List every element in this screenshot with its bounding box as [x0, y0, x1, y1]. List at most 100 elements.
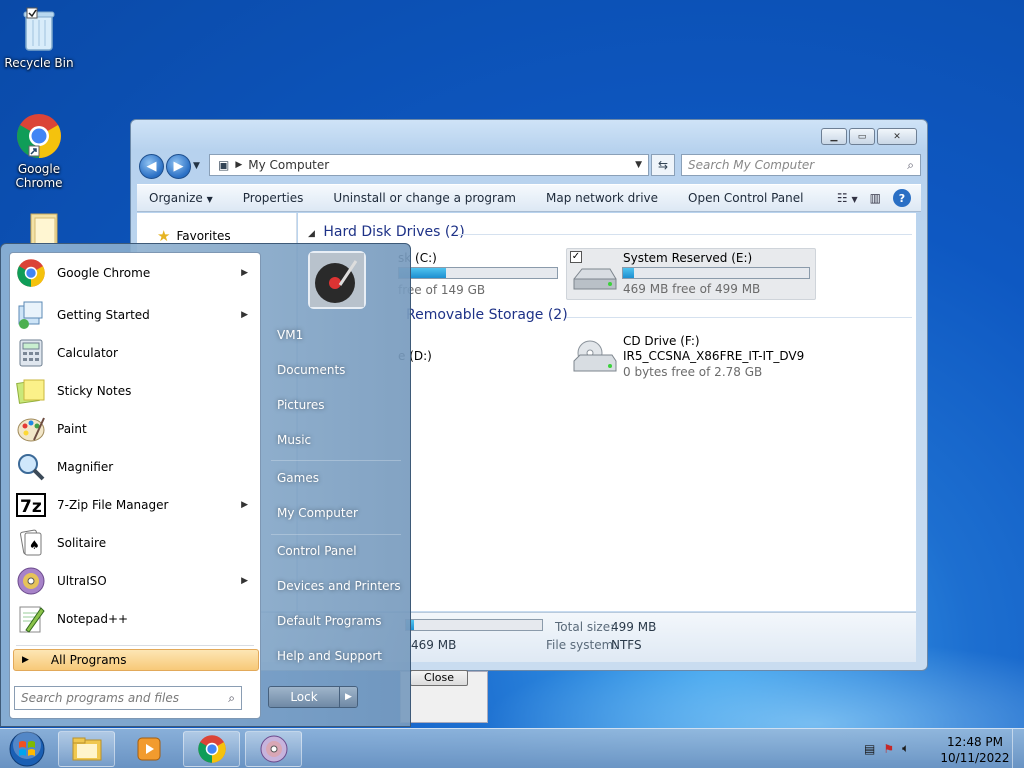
refresh-icon: ⇆ [657, 158, 669, 172]
collapse-triangle-icon: ◢ [308, 229, 315, 239]
taskbar-chrome[interactable] [183, 731, 240, 767]
lock-button[interactable]: Lock [269, 687, 339, 707]
taskbar-clock[interactable]: 12:48 PM 10/11/2022 [940, 734, 1010, 766]
start-link-user[interactable]: VM1 [277, 328, 303, 342]
program-7zip[interactable]: 7z 7-Zip File Manager ▶ [10, 486, 260, 524]
details-total-size-label: Total size: [555, 620, 615, 634]
start-search-input[interactable]: Search programs and files [21, 691, 179, 705]
breadcrumb-separator-icon[interactable]: ▶ [235, 160, 242, 170]
action-center-flag-icon[interactable]: ⚑ [883, 742, 894, 756]
group-header-hard-disk[interactable]: ◢ Hard Disk Drives (2) [308, 224, 465, 240]
start-button[interactable] [5, 731, 49, 767]
navigation-bar: ◀ ▶ ▼ ▣ ▶ My Computer ▼ ⇆ Search My Comp… [139, 153, 921, 179]
recent-pages-dropdown-icon[interactable]: ▼ [193, 161, 200, 171]
taskbar-ultraiso[interactable] [245, 731, 302, 767]
system-tray: ▤ ⚑ 🔈︎ [864, 741, 909, 756]
start-search-box[interactable]: Search programs and files ⌕ [14, 686, 242, 710]
view-options-icon[interactable]: ☷ ▼ [837, 191, 858, 205]
open-control-panel-button[interactable]: Open Control Panel [688, 191, 803, 205]
start-link-help-support[interactable]: Help and Support [277, 649, 382, 663]
search-icon: ⌕ [228, 690, 235, 705]
preview-pane-icon[interactable]: ▥ [870, 191, 881, 205]
network-icon[interactable]: ▤ [864, 742, 875, 756]
start-link-default-programs[interactable]: Default Programs [277, 614, 382, 628]
start-right-separator [271, 460, 401, 461]
user-avatar[interactable] [308, 251, 366, 309]
program-solitaire[interactable]: ♠ Solitaire [10, 524, 260, 562]
uninstall-program-button[interactable]: Uninstall or change a program [333, 191, 516, 205]
desktop-icon-recycle-bin[interactable]: Recycle Bin [2, 6, 76, 70]
start-link-documents[interactable]: Documents [277, 363, 345, 377]
hard-drive-icon [570, 265, 618, 298]
computer-icon: ▣ [218, 158, 230, 172]
folder-icon [72, 737, 101, 761]
program-magnifier[interactable]: Magnifier [10, 448, 260, 486]
program-paint[interactable]: Paint [10, 410, 260, 448]
svg-text:♠: ♠ [29, 538, 40, 552]
program-google-chrome[interactable]: Google Chrome ▶ [10, 254, 260, 292]
start-link-control-panel[interactable]: Control Panel [277, 544, 357, 558]
start-right-separator [271, 534, 401, 535]
address-dropdown-icon[interactable]: ▼ [635, 160, 642, 170]
recycle-bin-label: Recycle Bin [4, 56, 74, 70]
start-link-pictures[interactable]: Pictures [277, 398, 325, 412]
details-total-size: 499 MB [611, 620, 657, 634]
details-free-space: 469 MB [411, 638, 457, 652]
start-link-games[interactable]: Games [277, 471, 319, 485]
start-link-my-computer[interactable]: My Computer [277, 506, 358, 520]
map-network-drive-button[interactable]: Map network drive [546, 191, 658, 205]
maximize-button[interactable]: ▭ [849, 128, 875, 145]
group-divider [458, 234, 912, 235]
search-input[interactable]: Search My Computer [688, 158, 814, 172]
submenu-arrow-icon: ▶ [241, 576, 248, 586]
calculator-icon [14, 336, 48, 370]
minimize-icon: ▁ [830, 131, 838, 142]
dialog-close-button[interactable]: Close [410, 670, 468, 686]
start-link-devices-printers[interactable]: Devices and Printers [277, 579, 401, 593]
organize-button[interactable]: Organize ▼ [149, 191, 213, 205]
drive-f-free-space: 0 bytes free of 2.78 GB [623, 365, 763, 379]
all-programs-arrow-icon: ▶ [22, 655, 29, 665]
start-menu-programs-pane: Google Chrome ▶ Getting Started ▶ Calcul… [9, 252, 261, 719]
back-button[interactable]: ◀ [139, 153, 164, 179]
google-chrome-label: Google Chrome [15, 162, 63, 190]
search-box[interactable]: Search My Computer ⌕ [681, 154, 921, 176]
drive-f-name[interactable]: CD Drive (F:) [623, 334, 700, 348]
group-header-removable[interactable]: Removable Storage (2) [406, 307, 568, 323]
notepad-plus-plus-icon [14, 602, 48, 636]
program-calculator[interactable]: Calculator [10, 334, 260, 372]
program-notepad-plus-plus[interactable]: Notepad++ [10, 600, 260, 638]
address-bar[interactable]: ▣ ▶ My Computer ▼ [209, 154, 649, 176]
volume-icon[interactable]: 🔈︎ [902, 741, 909, 756]
ultraiso-disc-icon [260, 735, 287, 763]
program-getting-started[interactable]: Getting Started ▶ [10, 296, 260, 334]
arrow-left-icon: ◀ [146, 158, 157, 174]
taskbar-explorer[interactable] [58, 731, 115, 767]
forward-button[interactable]: ▶ [166, 153, 191, 179]
taskbar-media-player[interactable] [120, 731, 177, 767]
power-options-arrow-icon[interactable]: ▶ [339, 687, 357, 707]
details-usage-bar [405, 619, 543, 631]
drive-e-usage-fill [623, 268, 635, 278]
command-bar: Organize ▼ Properties Uninstall or chang… [137, 184, 921, 212]
desktop-icon-google-chrome[interactable]: Google Chrome [2, 112, 76, 190]
start-menu: Google Chrome ▶ Getting Started ▶ Calcul… [0, 243, 411, 727]
submenu-arrow-icon: ▶ [241, 268, 248, 278]
drive-e-checkbox[interactable]: ✓ [570, 251, 582, 263]
properties-button[interactable]: Properties [243, 191, 304, 205]
help-icon[interactable]: ? [893, 189, 911, 207]
paint-palette-icon [14, 412, 48, 446]
details-file-system: NTFS [611, 638, 642, 652]
program-sticky-notes[interactable]: Sticky Notes [10, 372, 260, 410]
maximize-icon: ▭ [857, 131, 867, 142]
turntable-icon [310, 253, 364, 307]
close-window-button[interactable]: ✕ [877, 128, 917, 145]
start-link-music[interactable]: Music [277, 433, 311, 447]
all-programs-button[interactable]: ▶ All Programs [13, 649, 259, 671]
arrow-right-icon: ▶ [173, 158, 184, 174]
drive-e-usage-bar [622, 267, 810, 279]
program-ultraiso[interactable]: UltraISO ▶ [10, 562, 260, 600]
refresh-button[interactable]: ⇆ [651, 154, 675, 176]
minimize-button[interactable]: ▁ [821, 128, 847, 145]
show-desktop-button[interactable] [1012, 729, 1024, 768]
